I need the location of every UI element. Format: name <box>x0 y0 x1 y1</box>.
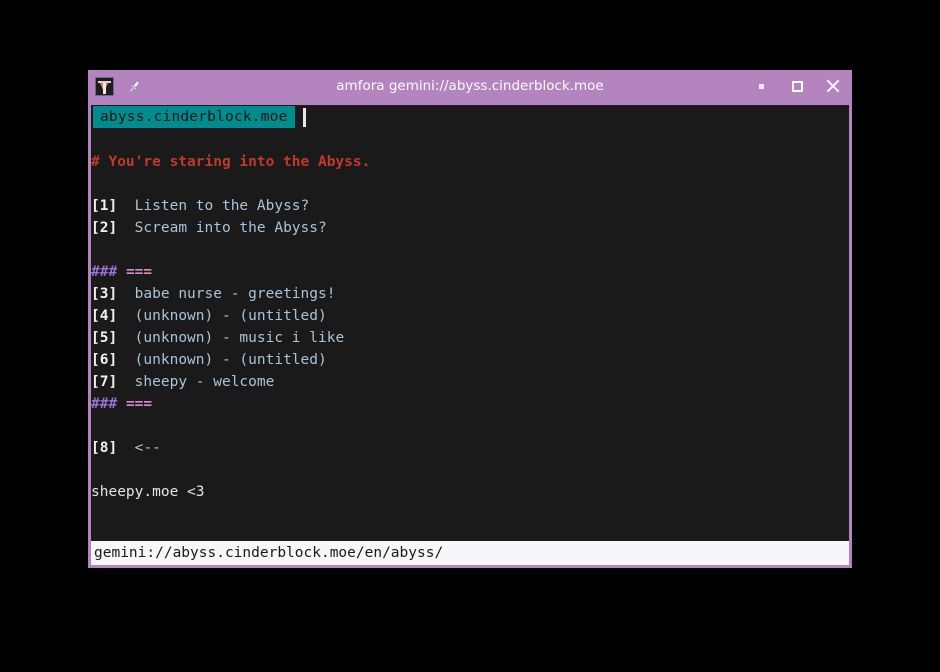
page-subheading: ### === <box>91 393 849 415</box>
gemini-link-line[interactable]: [4] (unknown) - (untitled) <box>91 305 849 327</box>
page-heading: # You're staring into the Abyss. <box>91 151 849 173</box>
subheading-equals: === <box>125 396 153 412</box>
link-label[interactable]: (unknown) - (untitled) <box>135 352 327 368</box>
link-number[interactable]: [1] <box>91 198 117 214</box>
link-number[interactable]: [6] <box>91 352 117 368</box>
link-label[interactable]: Listen to the Abyss? <box>135 198 310 214</box>
link-number[interactable]: [2] <box>91 220 117 236</box>
window-titlebar[interactable]: amfora gemini://abyss.cinderblock.moe <box>88 70 852 102</box>
link-label[interactable]: babe nurse - greetings! <box>135 286 336 302</box>
gemini-page-content: # You're staring into the Abyss. [1] Lis… <box>91 129 849 541</box>
tab-abyss-cinderblock-moe[interactable]: abyss.cinderblock.moe <box>93 106 295 128</box>
terminal-frame: abyss.cinderblock.moe # You're staring i… <box>88 102 852 568</box>
page-subheading: ### === <box>91 261 849 283</box>
subheading-equals: === <box>125 264 153 280</box>
subheading-hash: ### <box>91 396 118 412</box>
window-controls <box>753 70 852 102</box>
amfora-icon <box>95 76 114 96</box>
link-label[interactable]: (unknown) - (untitled) <box>135 308 327 324</box>
link-number[interactable]: [7] <box>91 374 117 390</box>
minimize-button[interactable] <box>753 78 769 94</box>
window-title: amfora gemini://abyss.cinderblock.moe <box>336 78 604 94</box>
gemini-link-line[interactable]: [1] Listen to the Abyss? <box>91 195 849 217</box>
titlebar-icons <box>88 76 142 96</box>
link-label[interactable]: sheepy - welcome <box>135 374 275 390</box>
terminal-cursor <box>302 107 306 127</box>
heading-text: # You're staring into the Abyss. <box>91 154 371 170</box>
page-text-line: sheepy.moe <3 <box>91 481 849 503</box>
maximize-button[interactable] <box>789 78 805 94</box>
close-icon[interactable] <box>825 78 841 94</box>
amfora-window: amfora gemini://abyss.cinderblock.moe ab… <box>88 70 852 568</box>
gemini-link-line[interactable]: [6] (unknown) - (untitled) <box>91 349 849 371</box>
link-number[interactable]: [8] <box>91 440 117 456</box>
link-label[interactable]: (unknown) - music i like <box>135 330 345 346</box>
gemini-link-line[interactable]: [7] sheepy - welcome <box>91 371 849 393</box>
pin-icon[interactable] <box>127 79 142 94</box>
gemini-link-line[interactable]: [2] Scream into the Abyss? <box>91 217 849 239</box>
link-label[interactable]: <-- <box>135 440 161 456</box>
link-number[interactable]: [4] <box>91 308 117 324</box>
gemini-link-line[interactable]: [8] <-- <box>91 437 849 459</box>
subheading-hash: ### <box>91 264 118 280</box>
gemini-link-line[interactable]: [3] babe nurse - greetings! <box>91 283 849 305</box>
gemini-link-line[interactable]: [5] (unknown) - music i like <box>91 327 849 349</box>
link-label[interactable]: Scream into the Abyss? <box>135 220 327 236</box>
link-number[interactable]: [3] <box>91 286 117 302</box>
plain-text: sheepy.moe <3 <box>91 484 205 500</box>
tab-bar: abyss.cinderblock.moe <box>91 105 849 129</box>
link-number[interactable]: [5] <box>91 330 117 346</box>
status-bar-url[interactable]: gemini://abyss.cinderblock.moe/en/abyss/ <box>91 541 849 565</box>
